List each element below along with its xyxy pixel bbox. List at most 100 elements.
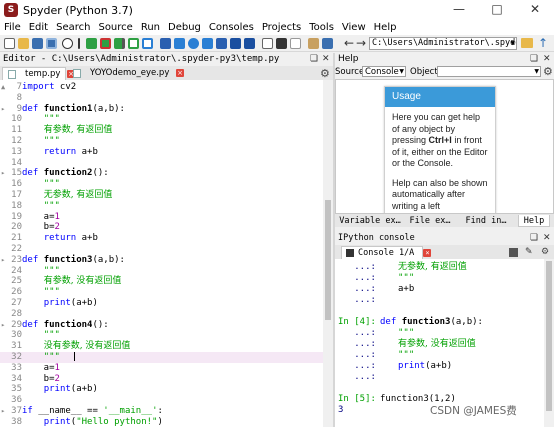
rerun-icon[interactable] xyxy=(142,38,153,49)
tab-find-in-files[interactable]: Find in… xyxy=(459,215,513,227)
console-options-gear-icon[interactable]: ⚙ xyxy=(541,247,549,257)
undock-icon[interactable]: ❏ xyxy=(530,54,538,64)
code-line[interactable]: 20 b=2 xyxy=(0,222,323,233)
menu-help[interactable]: Help xyxy=(370,20,401,35)
code-line[interactable]: 16 """ xyxy=(0,179,323,190)
forward-arrow-icon[interactable]: → xyxy=(356,37,367,49)
undock-icon[interactable]: ❏ xyxy=(310,54,318,64)
save-icon[interactable] xyxy=(32,38,43,49)
code-line[interactable]: 34 b=2 xyxy=(0,374,323,385)
scrollbar-thumb[interactable] xyxy=(546,261,552,411)
code-line[interactable]: ▸ 37 if __name__ == '__main__': xyxy=(0,406,323,417)
code-line[interactable]: ▸ 29 def function4(): xyxy=(0,320,323,331)
menu-run[interactable]: Run xyxy=(137,20,164,35)
step-return-icon[interactable] xyxy=(202,38,213,49)
console-scrollbar[interactable] xyxy=(544,259,554,427)
run-cell-advance-icon[interactable] xyxy=(114,38,125,49)
undock-icon[interactable]: ❏ xyxy=(530,233,538,243)
code-line[interactable]: 38 print("Hello python!") xyxy=(0,417,323,427)
new-file-icon[interactable] xyxy=(4,38,15,49)
close-pane-icon[interactable]: ✕ xyxy=(322,54,330,64)
code-line[interactable]: 12 """ xyxy=(0,136,323,147)
code-line[interactable]: ▸ 15 def function2(): xyxy=(0,168,323,179)
continue-icon[interactable] xyxy=(216,38,227,49)
code-editor[interactable]: ▲ 7 import cv2 8 ▸ 9 def function1(a,b): 10 """… xyxy=(0,80,323,427)
code-line[interactable]: 21 return a+b xyxy=(0,233,323,244)
stop-icon[interactable] xyxy=(244,38,255,49)
menu-debug[interactable]: Debug xyxy=(164,20,205,35)
editor-options-gear-icon[interactable]: ⚙ xyxy=(320,67,330,80)
code-line[interactable]: 13 return a+b xyxy=(0,147,323,158)
run-selection-icon[interactable] xyxy=(128,38,139,49)
code-line[interactable]: 24 """ xyxy=(0,266,323,277)
code-line[interactable]: 10 """ xyxy=(0,114,323,125)
stop-debug-icon[interactable] xyxy=(230,38,241,49)
run-icon[interactable] xyxy=(86,38,97,49)
code-line[interactable]: ▸ 9 def function1(a,b): xyxy=(0,104,323,115)
editor-scrollbar[interactable] xyxy=(323,80,333,427)
code-line[interactable]: 26 """ xyxy=(0,287,323,298)
maximize-icon[interactable]: □ xyxy=(478,0,516,20)
code-line[interactable]: 25 有参数, 没有返回值 xyxy=(0,276,323,287)
code-line[interactable]: 17 无参数, 有返回值 xyxy=(0,190,323,201)
browse-folder-icon[interactable] xyxy=(521,38,533,48)
preferences-icon[interactable] xyxy=(308,38,319,49)
working-directory-combo[interactable]: C:\Users\Administrator\.spyder-py3 ▼ xyxy=(369,37,517,50)
code-line[interactable]: 11 有参数, 有返回值 xyxy=(0,125,323,136)
close-icon[interactable]: ✕ xyxy=(516,0,554,20)
edit-icon[interactable]: ✎ xyxy=(525,247,533,257)
python-path-icon[interactable] xyxy=(322,38,333,49)
back-arrow-icon[interactable]: ← xyxy=(344,37,355,49)
parent-directory-icon[interactable]: ↑ xyxy=(538,36,548,50)
code-line[interactable]: 19 a=1 xyxy=(0,212,323,223)
close-pane-icon[interactable]: ✕ xyxy=(543,54,551,64)
code-line[interactable]: 22 xyxy=(0,244,323,255)
scrollbar-thumb[interactable] xyxy=(325,200,331,320)
code-line[interactable]: 32 """ xyxy=(0,352,323,363)
menu-projects[interactable]: Projects xyxy=(258,20,305,35)
close-pane-icon[interactable]: ✕ xyxy=(543,233,551,243)
code-line[interactable]: 33 a=1 xyxy=(0,363,323,374)
code-line[interactable]: ▸ 23 def function3(a,b): xyxy=(0,255,323,266)
ipython-console[interactable]: ...: 无参数, 有返回值 ...: """ ...: a+b ...: In [4]… xyxy=(335,259,544,427)
menu-consoles[interactable]: Consoles xyxy=(205,20,258,35)
at-icon[interactable] xyxy=(62,38,73,49)
menu-edit[interactable]: Edit xyxy=(25,20,52,35)
tab-temp-py[interactable]: temp.py × xyxy=(2,67,76,80)
code-line[interactable]: ▲ 7 import cv2 xyxy=(0,82,323,93)
code-line[interactable]: 27 print(a+b) xyxy=(0,298,323,309)
minimize-icon[interactable]: — xyxy=(440,0,478,20)
fullscreen-icon[interactable] xyxy=(276,38,287,49)
tab-file-explorer[interactable]: File ex… xyxy=(405,215,455,227)
menu-search[interactable]: Search xyxy=(52,20,94,35)
help-options-gear-icon[interactable]: ⚙ xyxy=(543,66,553,78)
tab-console-1a[interactable]: Console 1/A × xyxy=(341,246,432,259)
code-line[interactable]: 35 print(a+b) xyxy=(0,384,323,395)
source-select[interactable]: Console ▼ xyxy=(362,66,406,77)
code-line[interactable]: 31 没有参数, 没有返回值 xyxy=(0,341,323,352)
save-all-icon[interactable] xyxy=(46,38,57,49)
layout-icon[interactable] xyxy=(290,38,301,49)
menu-view[interactable]: View xyxy=(338,20,370,35)
code-line[interactable]: 14 xyxy=(0,158,323,169)
tab-yoyodemo-eye-py[interactable]: YOYOdemo_eye.py × xyxy=(68,67,185,80)
run-cell-icon[interactable] xyxy=(100,38,111,49)
code-line[interactable]: 28 xyxy=(0,309,323,320)
code-line[interactable]: 8 xyxy=(0,93,323,104)
step-icon[interactable] xyxy=(174,38,185,49)
menu-file[interactable]: File xyxy=(0,20,25,35)
tab-help[interactable]: Help xyxy=(518,215,550,227)
step-into-icon[interactable] xyxy=(188,38,199,49)
interrupt-kernel-icon[interactable] xyxy=(509,248,518,257)
code-line[interactable]: 36 xyxy=(0,395,323,406)
close-tab-icon[interactable]: × xyxy=(423,248,432,257)
open-file-icon[interactable] xyxy=(18,38,29,49)
menu-tools[interactable]: Tools xyxy=(305,20,338,35)
object-input[interactable]: ▼ xyxy=(437,66,541,77)
code-line[interactable]: 18 """ xyxy=(0,201,323,212)
code-line[interactable]: 30 """ xyxy=(0,330,323,341)
maximize-pane-icon[interactable] xyxy=(262,38,273,49)
close-tab-icon[interactable]: × xyxy=(176,68,185,77)
debug-icon[interactable] xyxy=(160,38,171,49)
tab-variable-explorer[interactable]: Variable ex… xyxy=(339,215,401,227)
